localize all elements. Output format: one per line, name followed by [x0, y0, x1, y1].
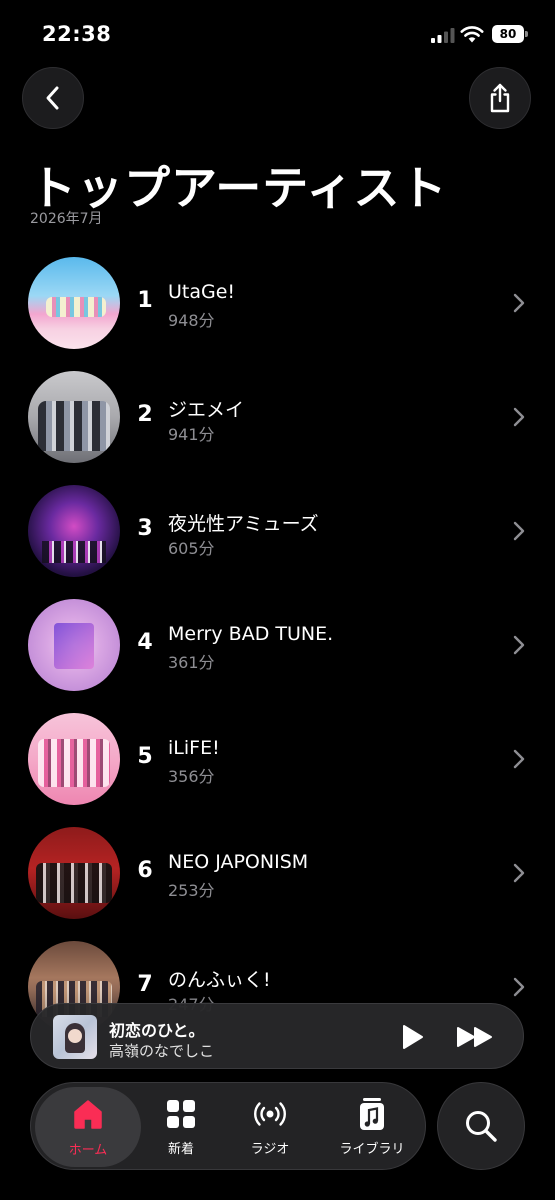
rank-number: 1	[137, 288, 153, 313]
artist-row[interactable]: 2 ジエメイ 941分	[0, 359, 555, 473]
listening-minutes: 941分	[168, 425, 215, 444]
mini-player[interactable]: 初恋のひと。 高嶺のなでしこ	[30, 1003, 524, 1069]
artist-name: ジエメイ	[168, 399, 245, 421]
artist-name: のんふぃく!	[168, 969, 271, 991]
rank-number: 3	[137, 516, 153, 541]
search-button[interactable]	[437, 1082, 525, 1170]
artist-avatar	[28, 713, 120, 805]
status-time: 22:38	[42, 22, 112, 46]
back-button[interactable]	[22, 67, 84, 129]
chevron-right-icon	[513, 407, 525, 427]
tab-home[interactable]: ホーム	[35, 1087, 141, 1167]
listening-minutes: 356分	[168, 767, 215, 786]
now-playing-artwork	[53, 1015, 97, 1059]
artist-avatar	[28, 827, 120, 919]
tab-label: 新着	[167, 1142, 194, 1157]
listening-minutes: 253分	[168, 881, 215, 900]
share-icon	[490, 83, 510, 113]
artist-row[interactable]: 3 夜光性アミューズ 605分	[0, 473, 555, 587]
rank-number: 5	[137, 744, 153, 769]
rank-number: 7	[137, 972, 153, 997]
chevron-left-icon	[46, 86, 59, 110]
grid-icon	[167, 1100, 195, 1128]
chevron-right-icon	[513, 977, 525, 997]
share-button[interactable]	[469, 67, 531, 129]
home-icon	[74, 1100, 102, 1129]
status-bar: 22:38 80	[0, 0, 555, 64]
radio-icon	[254, 1102, 286, 1126]
now-playing-artist: 高嶺のなでしこ	[109, 1042, 215, 1060]
artist-name: NEO JAPONISM	[168, 851, 309, 873]
wifi-icon	[460, 26, 484, 43]
library-icon	[360, 1098, 384, 1130]
battery-tip	[525, 31, 528, 37]
chevron-right-icon	[513, 749, 525, 769]
battery-indicator: 80	[492, 25, 528, 43]
artist-row[interactable]: 4 Merry BAD TUNE. 361分	[0, 587, 555, 701]
tab-label: ラジオ	[250, 1142, 290, 1157]
chevron-right-icon	[513, 293, 525, 313]
tab-label: ホーム	[68, 1143, 108, 1158]
tab-radio[interactable]: ラジオ	[227, 1083, 313, 1171]
cellular-signal-icon	[431, 28, 455, 43]
artist-row[interactable]: 1 UtaGe! 948分	[0, 245, 555, 359]
now-playing-title: 初恋のひと。	[109, 1021, 205, 1040]
artist-avatar	[28, 485, 120, 577]
artist-avatar	[28, 257, 120, 349]
fast-forward-icon[interactable]	[455, 1023, 495, 1051]
artist-avatar	[28, 599, 120, 691]
artist-list: 1 UtaGe! 948分 2 ジエメイ 941分 3 夜光性アミューズ 605…	[0, 245, 555, 1043]
chevron-right-icon	[513, 863, 525, 883]
play-icon[interactable]	[397, 1022, 427, 1052]
listening-minutes: 948分	[168, 311, 215, 330]
listening-minutes: 361分	[168, 653, 215, 672]
tab-library[interactable]: ライブラリ	[319, 1083, 425, 1171]
rank-number: 6	[137, 858, 153, 883]
chevron-right-icon	[513, 521, 525, 541]
rank-number: 2	[137, 402, 153, 427]
chevron-right-icon	[513, 635, 525, 655]
period-label: 2026年7月	[30, 211, 103, 227]
rank-number: 4	[137, 630, 153, 655]
artist-row[interactable]: 6 NEO JAPONISM 253分	[0, 815, 555, 929]
search-icon	[466, 1111, 497, 1142]
tab-bar: ホーム 新着 ラジオ ライブラリ	[30, 1082, 426, 1170]
artist-name: UtaGe!	[168, 281, 236, 303]
artist-row[interactable]: 5 iLiFE! 356分	[0, 701, 555, 815]
battery-level: 80	[492, 25, 524, 43]
artist-name: Merry BAD TUNE.	[168, 623, 334, 645]
listening-minutes: 605分	[168, 539, 215, 558]
artist-name: iLiFE!	[168, 737, 220, 759]
artist-name: 夜光性アミューズ	[168, 513, 319, 535]
artist-avatar	[28, 371, 120, 463]
tab-new[interactable]: 新着	[141, 1083, 221, 1171]
tab-label: ライブラリ	[339, 1142, 405, 1157]
